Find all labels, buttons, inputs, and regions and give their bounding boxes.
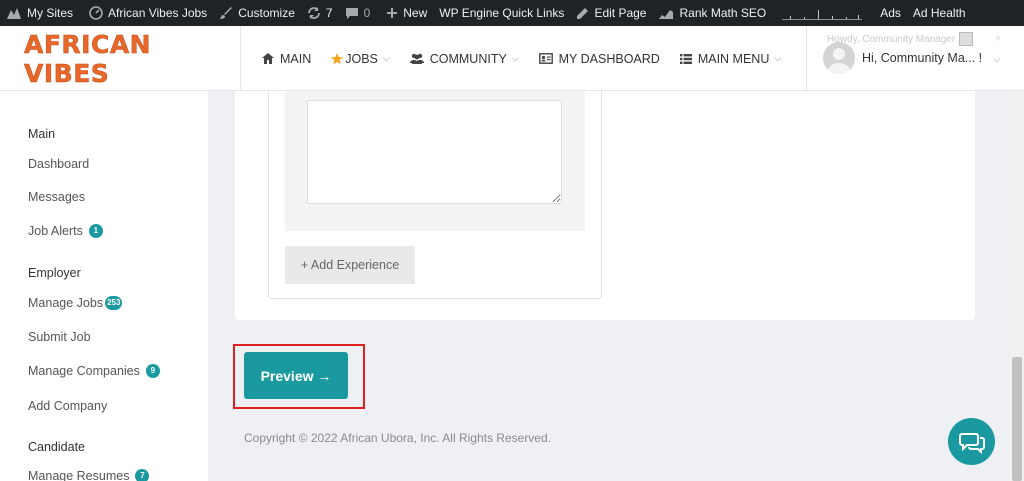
updates-link[interactable]: 7 bbox=[301, 0, 339, 26]
copyright-text: Copyright © 2022 African Ubora, Inc. All… bbox=[244, 431, 551, 445]
nav-main-menu-label: MAIN MENU bbox=[697, 51, 770, 66]
plus-icon bbox=[387, 8, 398, 18]
chevron-down-icon: ⌵ bbox=[511, 53, 519, 63]
chevron-down-icon: ⌵ bbox=[993, 54, 1001, 64]
mini-avatar bbox=[959, 32, 974, 46]
howdy-text: Howdy, Community Manager bbox=[827, 32, 974, 46]
nav-dashboard-label: MY DASHBOARD bbox=[558, 51, 660, 66]
id-card-icon bbox=[538, 53, 553, 64]
form-card: + Add Experience bbox=[235, 91, 975, 320]
nav-community-label: COMMUNITY bbox=[429, 51, 507, 66]
chat-launcher-button[interactable] bbox=[948, 418, 995, 465]
sidebar-item-dashboard[interactable]: Dashboard bbox=[28, 157, 89, 171]
main-nav: MAIN JOBS ⌵ COMMUNITY ⌵ MY DASHBOARD MAI… bbox=[262, 26, 801, 91]
logo-text: AFRICAN VIBES bbox=[24, 29, 152, 88]
pencil-icon bbox=[577, 7, 589, 19]
customize-link[interactable]: Customize bbox=[213, 0, 301, 26]
my-sites-menu[interactable]: My Sites bbox=[0, 0, 79, 26]
experience-entry bbox=[285, 91, 585, 231]
updates-count: 7 bbox=[325, 6, 333, 20]
chevron-down-icon: ⌵ bbox=[774, 53, 782, 63]
sidebar-item-label: Job Alerts bbox=[28, 224, 83, 238]
sidebar-item-label: Add Company bbox=[28, 399, 108, 413]
ads-menu[interactable]: Ads bbox=[874, 0, 907, 26]
count-badge: 7 bbox=[135, 469, 150, 481]
sidebar-item-label: Submit Job bbox=[28, 330, 91, 344]
nav-main[interactable]: MAIN bbox=[262, 52, 311, 66]
comments-count: 0 bbox=[363, 6, 371, 20]
users-icon bbox=[409, 53, 424, 64]
edit-page-label: Edit Page bbox=[594, 6, 647, 20]
new-content-menu[interactable]: New bbox=[380, 0, 433, 26]
sidebar-heading-candidate: Candidate bbox=[28, 440, 85, 454]
add-experience-button[interactable]: + Add Experience bbox=[285, 246, 415, 284]
star-icon bbox=[331, 52, 344, 64]
site-logo[interactable]: AFRICAN VIBES bbox=[0, 26, 241, 91]
user-greeting-label: Hi, Community Ma... ! bbox=[862, 51, 983, 65]
dashboard-sidebar: Main Dashboard Messages Job Alerts 1 Emp… bbox=[0, 91, 208, 481]
customize-label: Customize bbox=[238, 6, 295, 20]
experience-notes-textarea[interactable] bbox=[307, 100, 562, 204]
sidebar-item-job-alerts[interactable]: Job Alerts 1 bbox=[28, 224, 103, 238]
sidebar-item-manage-jobs[interactable]: Manage Jobs 253 bbox=[28, 296, 123, 310]
sidebar-item-label: Manage Companies bbox=[28, 364, 140, 378]
nav-main-label: MAIN bbox=[280, 51, 312, 66]
scrollbar-thumb[interactable] bbox=[1012, 357, 1022, 481]
rank-math-icon bbox=[659, 9, 674, 19]
sidebar-item-label: Manage Jobs bbox=[28, 296, 104, 310]
sidebar-item-label: Manage Resumes bbox=[28, 469, 130, 481]
brush-icon bbox=[220, 7, 233, 19]
dashboard-icon bbox=[89, 6, 103, 20]
nav-main-menu[interactable]: MAIN MENU ⌵ bbox=[679, 51, 782, 66]
comments-link[interactable]: 0 bbox=[339, 0, 377, 26]
user-menu[interactable]: Howdy, Community Manager ⌕ Hi, Community… bbox=[806, 26, 1024, 91]
edit-page-link[interactable]: Edit Page bbox=[570, 0, 652, 26]
avatar bbox=[823, 42, 855, 74]
sidebar-item-messages[interactable]: Messages bbox=[28, 190, 85, 204]
sidebar-item-label: Messages bbox=[28, 190, 85, 204]
sidebar-item-manage-resumes[interactable]: Manage Resumes 7 bbox=[28, 469, 150, 481]
chat-bubbles-icon bbox=[958, 432, 985, 454]
wp-engine-label: WP Engine Quick Links bbox=[439, 6, 565, 20]
traffic-sparkline bbox=[782, 6, 863, 20]
sidebar-item-manage-companies[interactable]: Manage Companies 9 bbox=[28, 364, 160, 378]
chevron-down-icon: ⌵ bbox=[382, 53, 390, 63]
rank-math-menu[interactable]: Rank Math SEO bbox=[652, 0, 772, 26]
user-greeting: Hi, Community Ma... ! ⌵ bbox=[862, 51, 1000, 65]
wp-engine-menu[interactable]: WP Engine Quick Links bbox=[433, 0, 570, 26]
sidebar-heading-employer: Employer bbox=[28, 266, 81, 280]
site-header: AFRICAN VIBES MAIN JOBS ⌵ COMMUNITY ⌵ MY… bbox=[0, 26, 1024, 91]
new-label: New bbox=[403, 6, 428, 20]
my-sites-icon bbox=[7, 8, 21, 19]
ads-label: Ads bbox=[880, 6, 901, 20]
sidebar-item-add-company[interactable]: Add Company bbox=[28, 399, 107, 413]
site-name-menu[interactable]: African Vibes Jobs bbox=[83, 0, 213, 26]
preview-button[interactable]: Preview → bbox=[244, 352, 348, 399]
count-badge: 1 bbox=[88, 224, 103, 238]
my-sites-label: My Sites bbox=[27, 6, 74, 20]
site-name-label: African Vibes Jobs bbox=[108, 6, 208, 20]
count-badge: 253 bbox=[105, 296, 123, 310]
updates-icon bbox=[307, 7, 320, 19]
nav-dashboard[interactable]: MY DASHBOARD bbox=[538, 51, 660, 66]
nav-community[interactable]: COMMUNITY ⌵ bbox=[409, 51, 519, 66]
sidebar-item-submit-job[interactable]: Submit Job bbox=[28, 330, 91, 344]
wp-admin-bar: My Sites African Vibes Jobs Customize 7 … bbox=[0, 0, 1024, 26]
nav-jobs[interactable]: JOBS ⌵ bbox=[331, 51, 390, 66]
nav-jobs-label: JOBS bbox=[345, 51, 378, 66]
ad-health-label: Ad Health bbox=[912, 6, 966, 20]
search-icon[interactable]: ⌕ bbox=[995, 32, 1001, 45]
list-icon bbox=[679, 53, 692, 64]
experience-section: + Add Experience bbox=[268, 91, 602, 299]
count-badge: 9 bbox=[145, 364, 160, 378]
sidebar-heading-main: Main bbox=[28, 127, 56, 141]
home-icon bbox=[262, 53, 274, 64]
sidebar-item-label: Dashboard bbox=[28, 157, 90, 171]
comment-icon bbox=[345, 8, 358, 19]
ad-health-menu[interactable]: Ad Health bbox=[907, 0, 972, 26]
rank-math-label: Rank Math SEO bbox=[679, 6, 767, 20]
